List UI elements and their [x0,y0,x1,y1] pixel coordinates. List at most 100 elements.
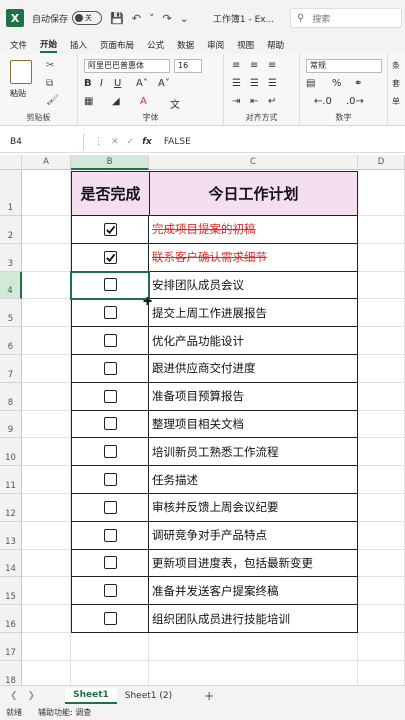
paste-label[interactable]: 粘贴 [10,88,26,99]
grid-cell[interactable] [22,494,71,522]
status-cell[interactable] [71,271,149,300]
grid-cell[interactable] [22,605,71,633]
accounting-icon[interactable]: ▤ [306,78,315,89]
decrease-font-icon[interactable]: A˅ [158,78,170,89]
checkbox-unchecked[interactable] [103,278,117,292]
prev-sheet-icon[interactable]: ❮ [10,691,18,701]
grid-cell[interactable] [358,605,405,633]
format-as-table-button[interactable]: 套 [392,78,400,89]
comma-icon[interactable]: ⚭ [354,78,362,89]
sheet-tab-sheet1[interactable]: Sheet1 [65,687,117,704]
row-header-6[interactable]: 6 [0,327,22,355]
grid-cell[interactable] [22,577,71,606]
align-center-icon[interactable]: ☰ [250,78,259,89]
insert-function-icon[interactable]: fx [142,137,152,147]
redo-icon[interactable]: ↷ [162,12,171,25]
row-header-12[interactable]: 12 [0,494,22,522]
row-header-15[interactable]: 15 [0,577,22,606]
column-header-d[interactable]: D [358,155,405,170]
grid-cell[interactable] [358,271,405,300]
grid-cell[interactable] [22,170,71,216]
conditional-format-button[interactable]: 条 [392,60,400,71]
row-header-17[interactable]: 17 [0,633,22,661]
grid-cell[interactable] [22,660,71,685]
cancel-icon[interactable]: ✕ [111,137,119,147]
number-format-select[interactable]: 常规 [306,59,382,73]
align-right-icon[interactable]: ☰ [268,78,277,89]
grid-cell[interactable] [22,633,71,661]
font-size-select[interactable]: 16 [174,59,202,73]
row-header-1[interactable]: 1 [0,170,22,216]
add-sheet-icon[interactable]: + [204,689,214,703]
options-icon[interactable]: ⋮ [94,137,103,147]
grid-cell[interactable] [358,466,405,494]
grid-cell[interactable] [358,438,405,467]
task-text-cell[interactable]: 组织团队成员进行技能培训 [149,605,358,633]
checkbox-unchecked[interactable] [103,334,117,348]
task-text-cell[interactable]: 调研竞争对手产品特点 [149,521,358,550]
grid-cell[interactable] [22,521,71,550]
status-cell[interactable] [71,355,149,383]
status-cell[interactable] [71,577,149,606]
row-header-9[interactable]: 9 [0,410,22,439]
status-cell[interactable] [71,327,149,355]
grid-cell[interactable] [22,549,71,578]
row-header-5[interactable]: 5 [0,299,22,328]
tab-formulas[interactable]: 公式 [147,39,164,51]
grid-cell[interactable] [22,299,71,328]
cell-styles-button[interactable]: 单 [392,96,400,107]
undo-icon[interactable]: ↶ [132,12,141,25]
tab-page-layout[interactable]: 页面布局 [100,39,134,51]
task-text-cell[interactable]: 整理项目相关文档 [149,410,358,439]
grid-cell[interactable] [358,327,405,355]
worksheet-grid[interactable]: A B C D 12345678910111213141516171819是否完… [0,155,405,685]
checkbox-unchecked[interactable] [103,528,117,542]
tab-data[interactable]: 数据 [177,39,194,51]
increase-font-icon[interactable]: A˄ [136,78,148,89]
status-cell[interactable] [71,494,149,522]
grid-cell[interactable] [71,633,149,661]
undo-dropdown-icon[interactable]: ˅ [149,12,155,25]
align-middle-icon[interactable]: ≡ [250,60,258,71]
task-text-cell[interactable]: 联系客户确认需求细节 [149,243,358,272]
grid-cell[interactable] [358,170,405,216]
checkbox-unchecked[interactable] [103,445,117,459]
percent-button[interactable]: % [332,78,342,89]
underline-button[interactable]: U [114,78,121,89]
row-header-18[interactable]: 18 [0,660,22,685]
grid-cell[interactable] [149,660,358,685]
row-header-14[interactable]: 14 [0,549,22,578]
format-painter-icon[interactable]: 🖌 [46,95,59,106]
checkbox-unchecked[interactable] [103,473,117,487]
status-cell[interactable] [71,521,149,550]
tab-help[interactable]: 帮助 [267,39,284,51]
checkbox-unchecked[interactable] [103,584,117,598]
font-color-icon[interactable]: A [140,96,147,107]
grid-cell[interactable] [358,355,405,383]
paste-icon[interactable] [10,60,32,84]
grid-cell[interactable] [22,243,71,272]
checkbox-checked[interactable] [103,222,117,236]
task-text-cell[interactable]: 更新项目进度表，包括最新变更 [149,549,358,578]
row-header-16[interactable]: 16 [0,605,22,633]
borders-icon[interactable]: ▦ [84,96,93,107]
tab-review[interactable]: 审阅 [207,39,224,51]
grid-cell[interactable] [358,577,405,606]
align-top-icon[interactable]: ≡ [232,60,240,71]
checkbox-unchecked[interactable] [103,389,117,403]
status-cell[interactable] [71,605,149,633]
checkbox-unchecked[interactable] [103,612,117,626]
grid-cell[interactable] [22,355,71,383]
confirm-icon[interactable]: ✓ [127,137,135,147]
tab-view[interactable]: 视图 [237,39,254,51]
grid-cell[interactable] [358,243,405,272]
task-text-cell[interactable]: 准备项目预算报告 [149,382,358,411]
task-text-cell[interactable]: 提交上周工作进展报告 [149,299,358,328]
status-cell[interactable] [71,438,149,467]
autosave-toggle[interactable]: 关 [72,11,103,25]
task-text-cell[interactable]: 任务描述 [149,466,358,494]
status-cell[interactable] [71,299,149,328]
grid-cell[interactable] [22,271,71,300]
indent-icon[interactable]: ⇥ [232,96,240,107]
task-text-cell[interactable]: 准备并发送客户提案终稿 [149,577,358,606]
